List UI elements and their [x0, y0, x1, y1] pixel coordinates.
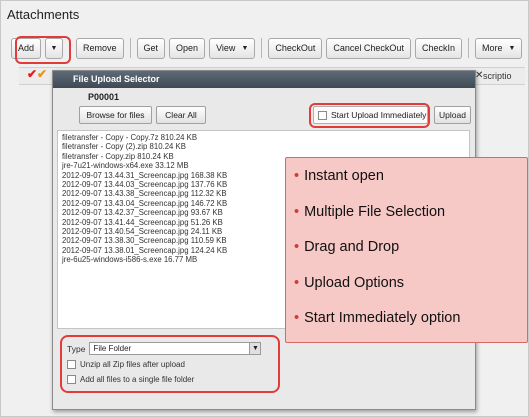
start-upload-highlight-box: [309, 103, 430, 128]
get-label: Get: [143, 43, 159, 53]
browse-files-label: Browse for files: [86, 110, 145, 120]
panel-title: Attachments: [7, 7, 80, 22]
options-highlight-box: [60, 335, 280, 393]
bullet-icon: •: [294, 239, 300, 255]
list-item[interactable]: filetransfer - Copy - Copy.7z 810.24 KB: [62, 133, 465, 142]
callout-item: • Upload Options: [294, 275, 519, 311]
upload-button[interactable]: Upload: [434, 106, 471, 124]
add-highlight-box: [15, 36, 71, 64]
toolbar-divider: [467, 38, 469, 58]
toolbar-divider: [261, 38, 263, 58]
callout-text: Drag and Drop: [304, 239, 400, 255]
get-button[interactable]: Get: [136, 37, 166, 59]
checkin-label: CheckIn: [421, 43, 455, 53]
description-column-header[interactable]: scriptio: [483, 71, 512, 81]
bullet-icon: •: [294, 168, 300, 184]
callout-item: • Multiple File Selection: [294, 204, 519, 240]
open-button[interactable]: Open: [169, 37, 206, 59]
list-item[interactable]: filetransfer - Copy (2).zip 810.24 KB: [62, 142, 465, 151]
callout-item: • Instant open: [294, 168, 519, 204]
dialog-subtitle: P00001: [88, 92, 120, 102]
callout-text: Instant open: [304, 168, 384, 184]
checkmark-orange-icon: ✔: [37, 67, 48, 81]
callout-text: Multiple File Selection: [304, 203, 446, 220]
bullet-icon: •: [294, 274, 300, 291]
checkin-button[interactable]: CheckIn: [414, 37, 462, 59]
callout-item: • Start Immediately option: [294, 310, 519, 346]
toolbar-divider: [129, 38, 131, 58]
callout-item: • Drag and Drop: [294, 239, 519, 275]
bullet-icon: •: [294, 203, 300, 220]
cancel-checkout-label: Cancel CheckOut: [333, 43, 404, 53]
browse-files-button[interactable]: Browse for files: [79, 106, 152, 124]
more-button[interactable]: More ▼: [474, 37, 523, 59]
clear-all-label: Clear All: [165, 110, 197, 120]
checkout-label: CheckOut: [275, 43, 316, 53]
more-label: More: [481, 43, 503, 53]
toolbar: Add ▼ Remove Get Open View ▼ CheckOut Can…: [11, 33, 523, 63]
callout-text: Upload Options: [304, 274, 405, 291]
clear-all-button[interactable]: Clear All: [156, 106, 206, 124]
view-label: View: [216, 43, 236, 53]
callout-text: Start Immediately option: [304, 310, 461, 326]
open-label: Open: [176, 43, 199, 53]
cancel-checkout-button[interactable]: Cancel CheckOut: [326, 37, 411, 59]
remove-button[interactable]: Remove: [76, 37, 124, 59]
chevron-down-icon: ▼: [241, 44, 249, 52]
remove-label: Remove: [83, 43, 117, 53]
feature-callout: • Instant open • Multiple File Selection •…: [285, 157, 528, 343]
upload-label: Upload: [439, 110, 466, 120]
checkout-button[interactable]: CheckOut: [268, 37, 323, 59]
chevron-down-icon: ▼: [508, 44, 516, 52]
view-button[interactable]: View ▼: [209, 37, 256, 59]
bullet-icon: •: [294, 310, 300, 326]
dialog-title: File Upload Selector: [53, 71, 475, 88]
checkmark-red-icon: ✔: [27, 67, 38, 81]
